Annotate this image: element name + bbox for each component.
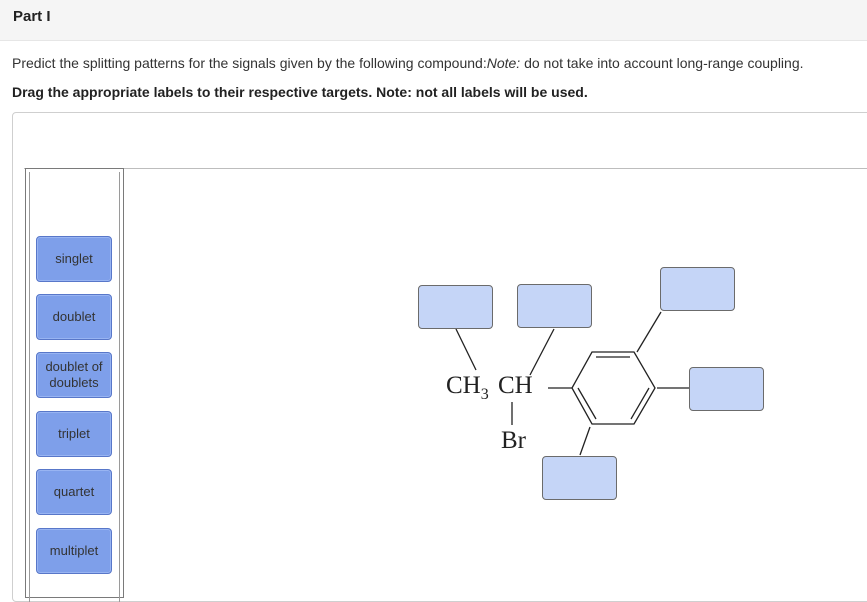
target-ch3[interactable] — [418, 285, 493, 329]
target-ring-ortho-lower[interactable] — [542, 456, 617, 500]
benzene-ring — [571, 351, 656, 425]
pointer-line-ortho-upper — [636, 311, 662, 353]
pointer-line-ch — [529, 328, 555, 376]
pointer-line-ch3 — [455, 328, 477, 371]
ch-group: CH — [498, 372, 533, 399]
target-ch[interactable] — [517, 284, 592, 328]
pointer-line-ortho-lower — [579, 426, 591, 456]
ch3-text: CH — [446, 372, 481, 399]
target-ring-ortho-upper[interactable] — [660, 267, 735, 311]
bromine-atom: Br — [501, 427, 526, 454]
ch3-subscript: 3 — [480, 386, 489, 403]
ch3-group: CH3 — [446, 372, 489, 404]
target-ring-para[interactable] — [689, 367, 764, 411]
